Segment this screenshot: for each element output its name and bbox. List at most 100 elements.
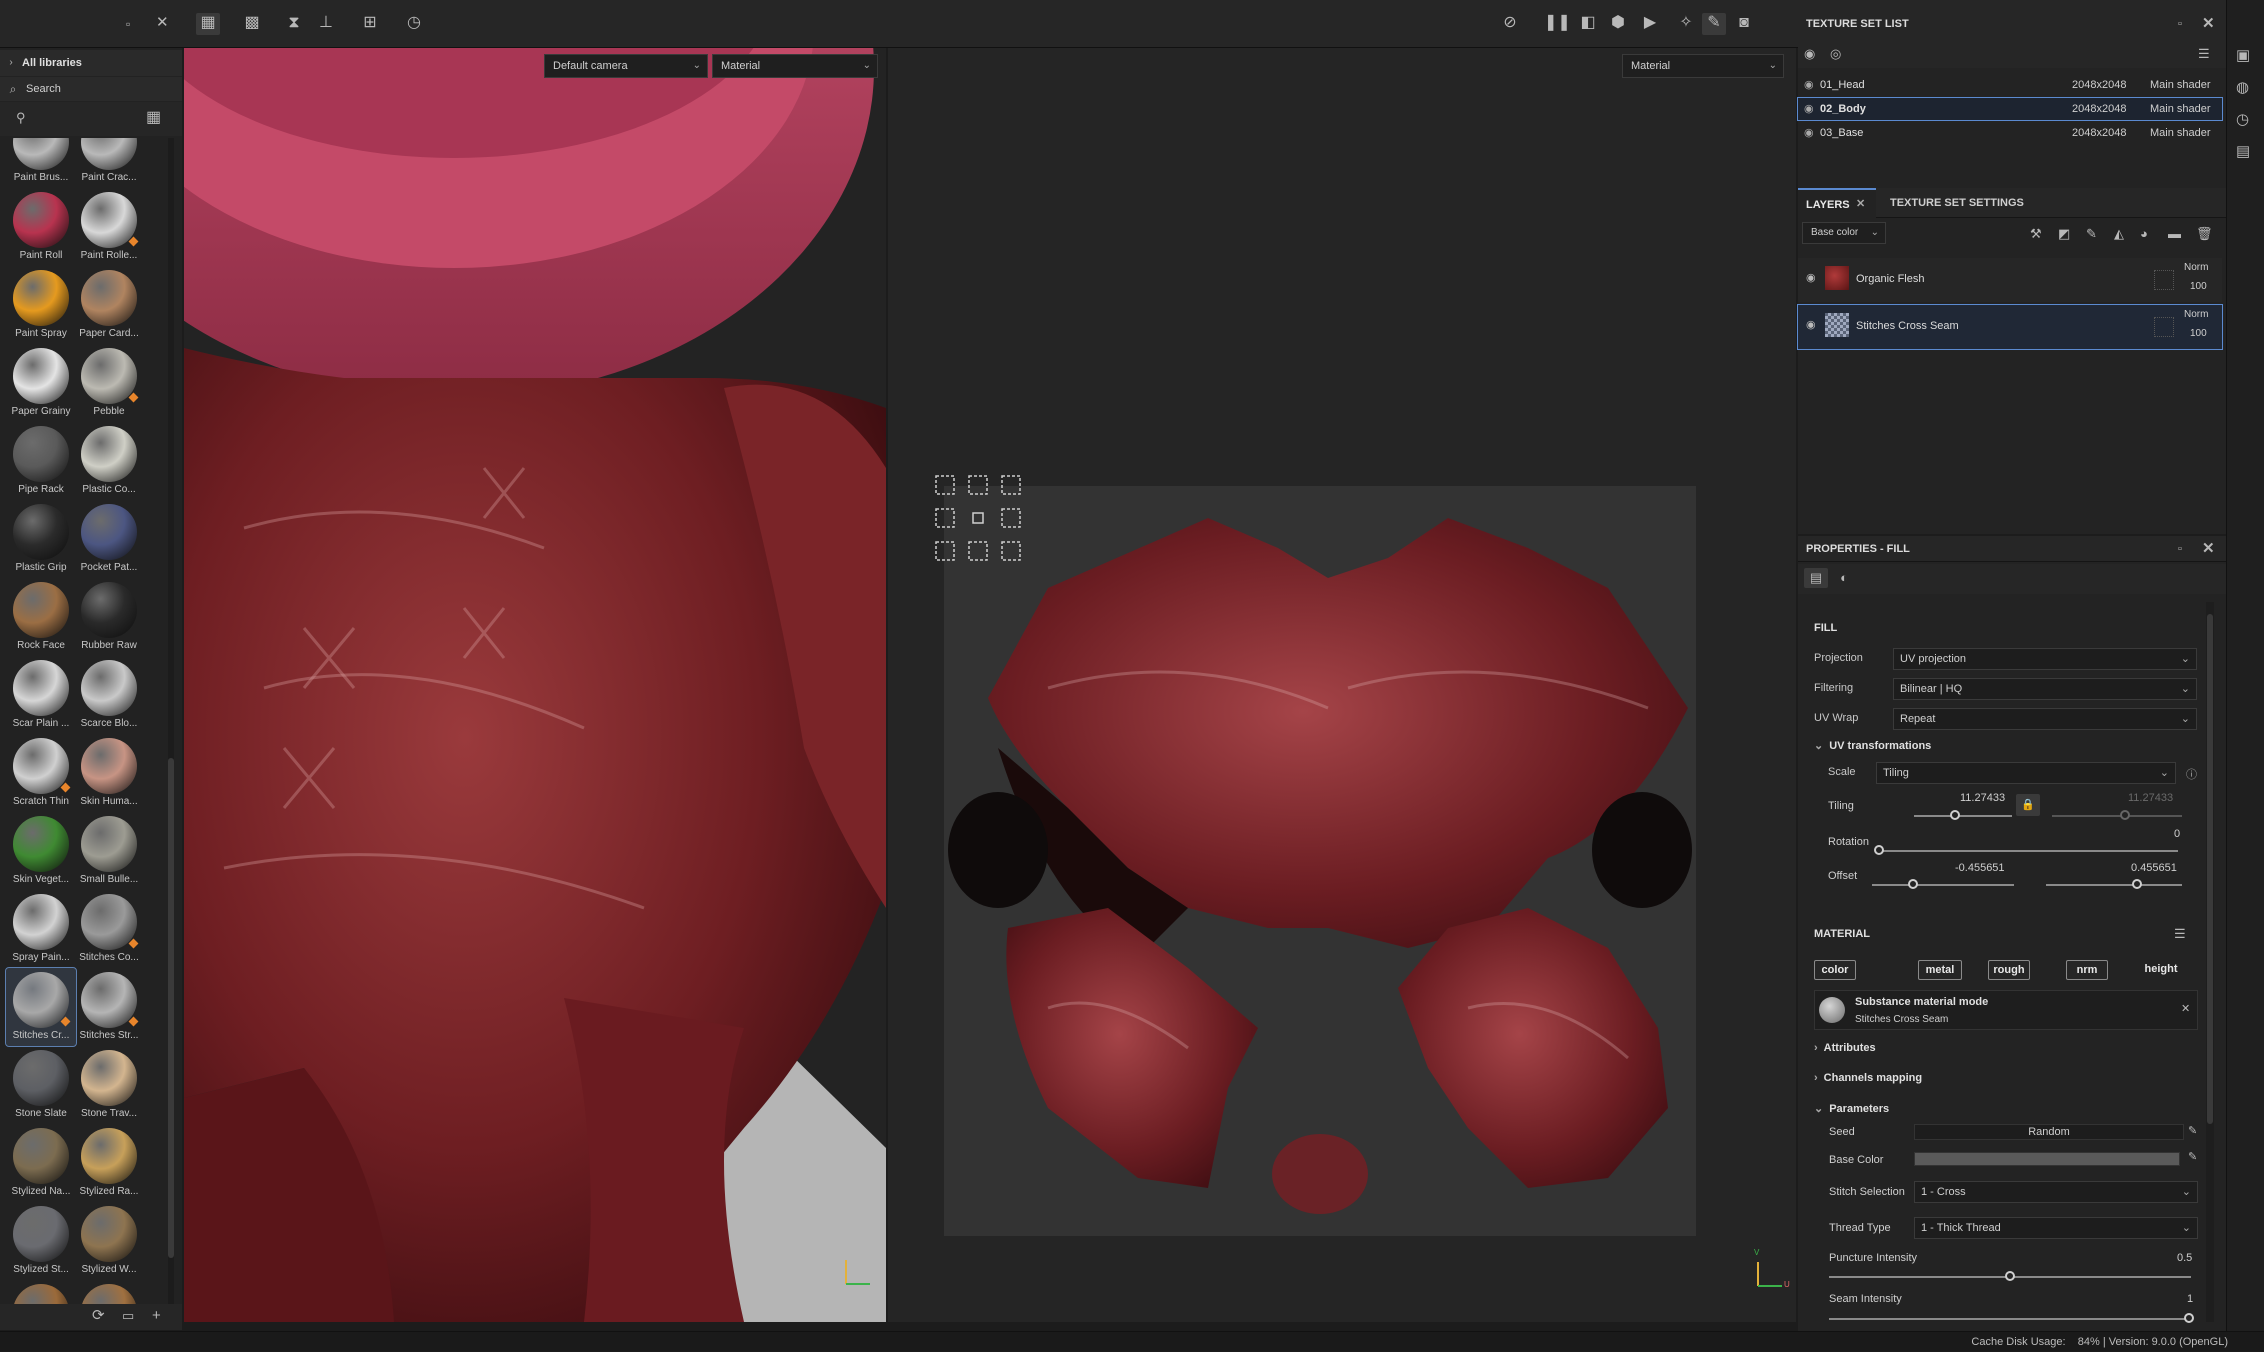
hide-icon[interactable]: ⊘: [1498, 13, 1522, 35]
offset-b-knob[interactable]: [2132, 879, 2142, 889]
eye-icon[interactable]: ◉: [1804, 122, 1814, 144]
material-tile[interactable]: Paper Card...: [74, 266, 144, 344]
material-tile[interactable]: Skin Veget...: [6, 812, 76, 890]
material-tile[interactable]: [74, 1280, 144, 1304]
scale-dropdown[interactable]: Tiling ⌄: [1876, 762, 2176, 784]
menu-icon[interactable]: ☰: [2198, 44, 2210, 64]
rotation-slider[interactable]: [1878, 850, 2178, 852]
add-icon[interactable]: +: [152, 1306, 161, 1326]
material-tile[interactable]: Paint Spray: [6, 266, 76, 344]
tiling-b-knob[interactable]: [2120, 810, 2130, 820]
material-tile[interactable]: Paint Crac...: [74, 138, 144, 188]
eye-icon[interactable]: ◉: [1804, 74, 1814, 96]
channel-dropdown[interactable]: Base color ⌄: [1802, 222, 1886, 244]
material-tile[interactable]: Paint Rolle...: [74, 188, 144, 266]
close-icon[interactable]: ✕: [2202, 14, 2215, 34]
channel-toggle-nrm[interactable]: nrm: [2066, 960, 2108, 980]
material-tile[interactable]: Rock Face: [6, 578, 76, 656]
material-tile[interactable]: Stitches Cr...: [5, 967, 77, 1047]
seam-intensity-knob[interactable]: [2184, 1313, 2194, 1323]
channel-toggle-metal[interactable]: metal: [1918, 960, 1962, 980]
uvwrap-dropdown[interactable]: Repeat ⌄: [1893, 708, 2197, 730]
float-icon[interactable]: ▫: [126, 14, 130, 34]
mirror-icon[interactable]: ⧗: [282, 13, 306, 35]
search-input[interactable]: Search: [26, 83, 61, 95]
layer-row[interactable]: ◉ Stitches Cross Seam Norm 100: [1797, 304, 2223, 350]
layer-row[interactable]: ◉ Organic Flesh Norm 100: [1798, 258, 2222, 302]
offset-a-slider[interactable]: [1872, 884, 2014, 886]
properties-scrollbar[interactable]: [2206, 602, 2214, 1322]
eyedropper-icon[interactable]: ✎: [2188, 1150, 2197, 1163]
layer-mask-slot[interactable]: [2154, 317, 2174, 337]
material-tile[interactable]: Pebble: [74, 344, 144, 422]
material-menu-icon[interactable]: ☰: [2174, 924, 2186, 944]
display-settings-icon[interactable]: ◍: [2236, 78, 2249, 98]
eye-icon[interactable]: ◎: [1830, 44, 1841, 64]
stitch-selection-dropdown[interactable]: 1 - Cross ⌄: [1914, 1181, 2198, 1203]
thread-type-dropdown[interactable]: 1 - Thick Thread ⌄: [1914, 1217, 2198, 1239]
material-tile[interactable]: Scar Plain ...: [6, 656, 76, 734]
layout-3d2d-icon[interactable]: ▦: [196, 13, 220, 35]
material-tile[interactable]: Skin Huma...: [74, 734, 144, 812]
puncture-intensity-knob[interactable]: [2005, 1271, 2015, 1281]
symmetry-icon[interactable]: ⊥: [314, 13, 338, 35]
tab-layers[interactable]: LAYERS ✕: [1798, 188, 1876, 218]
layer-blend-mode[interactable]: Norm: [2184, 262, 2208, 273]
float-icon[interactable]: ▫: [2178, 539, 2182, 559]
add-fill-layer-icon[interactable]: ◭: [2114, 224, 2124, 244]
material-tile[interactable]: Stylized St...: [6, 1202, 76, 1280]
material-tile[interactable]: Scarce Blo...: [74, 656, 144, 734]
filter-icon[interactable]: ⚲: [16, 108, 26, 128]
filtering-dropdown[interactable]: Bilinear | HQ ⌄: [1893, 678, 2197, 700]
channel-toggle-color[interactable]: color: [1814, 960, 1856, 980]
light-icon[interactable]: ✧: [1674, 13, 1698, 35]
pause-icon[interactable]: ❚❚: [1544, 13, 1571, 35]
shelf-scrollbar[interactable]: [168, 138, 174, 1304]
material-tile[interactable]: Stitches Str...: [74, 968, 144, 1046]
eye-hidden-icon[interactable]: ◉: [1804, 44, 1815, 64]
close-icon[interactable]: ✕: [2202, 539, 2215, 559]
attributes-toggle[interactable]: › Attributes: [1814, 1042, 1876, 1054]
material-tile[interactable]: Stone Slate: [6, 1046, 76, 1124]
material-tile[interactable]: Plastic Co...: [74, 422, 144, 500]
eye-icon[interactable]: ◉: [1804, 98, 1814, 120]
layer-opacity[interactable]: 100: [2190, 281, 2207, 292]
close-icon[interactable]: ✕: [2181, 1002, 2190, 1015]
viewport-2d[interactable]: V U Material ⌄: [888, 48, 1796, 1322]
tiling-b-slider[interactable]: [2052, 815, 2182, 817]
texture-set-icon[interactable]: ▣: [2236, 46, 2250, 66]
material-tile[interactable]: Pocket Pat...: [74, 500, 144, 578]
history-icon[interactable]: ◷: [2236, 110, 2249, 130]
material-tile[interactable]: Stylized Na...: [6, 1124, 76, 1202]
eye-icon[interactable]: ◉: [1806, 271, 1816, 284]
layer-mask-slot[interactable]: [2154, 270, 2174, 290]
seed-button[interactable]: Random: [1914, 1124, 2184, 1140]
cube-icon[interactable]: ⬢: [1606, 13, 1630, 35]
base-color-swatch[interactable]: [1914, 1152, 2180, 1166]
screenshot-icon[interactable]: ◙: [1732, 13, 1756, 35]
render-mode-dropdown-2d[interactable]: Material ⌄: [1622, 54, 1784, 78]
search-bar[interactable]: ⌕ Search: [0, 77, 182, 101]
material-tile[interactable]: Stitches Co...: [74, 890, 144, 968]
info-icon[interactable]: ⓘ: [2186, 766, 2197, 782]
camera-dropdown[interactable]: Default camera ⌄: [544, 54, 708, 78]
material-sphere-icon[interactable]: ◐: [1832, 568, 1856, 588]
render-mode-dropdown[interactable]: Material ⌄: [712, 54, 878, 78]
channels-mapping-toggle[interactable]: › Channels mapping: [1814, 1072, 1922, 1084]
material-tile[interactable]: Paint Roll: [6, 188, 76, 266]
channel-toggle-rough[interactable]: rough: [1988, 960, 2030, 980]
grid-view-icon[interactable]: ▦: [146, 108, 161, 128]
eyedropper-icon[interactable]: ✎: [2188, 1124, 2197, 1137]
add-effect-icon[interactable]: ⚒: [2030, 224, 2042, 244]
add-smart-material-icon[interactable]: ◕: [2140, 224, 2148, 244]
delete-icon[interactable]: 🗑: [2196, 224, 2213, 244]
material-tile[interactable]: Scratch Thin: [6, 734, 76, 812]
material-tile[interactable]: [6, 1280, 76, 1304]
paint-brush-icon[interactable]: ✎: [1702, 13, 1726, 35]
camera-icon[interactable]: ▶: [1638, 13, 1662, 35]
material-tile[interactable]: Rubber Raw: [74, 578, 144, 656]
texture-set-row[interactable]: ◉ 01_Head 2048x2048 Main shader: [1798, 74, 2222, 96]
fill-settings-icon[interactable]: ▤: [1804, 568, 1828, 588]
frame-icon[interactable]: ⊞: [358, 13, 382, 35]
rotation-knob[interactable]: [1874, 845, 1884, 855]
